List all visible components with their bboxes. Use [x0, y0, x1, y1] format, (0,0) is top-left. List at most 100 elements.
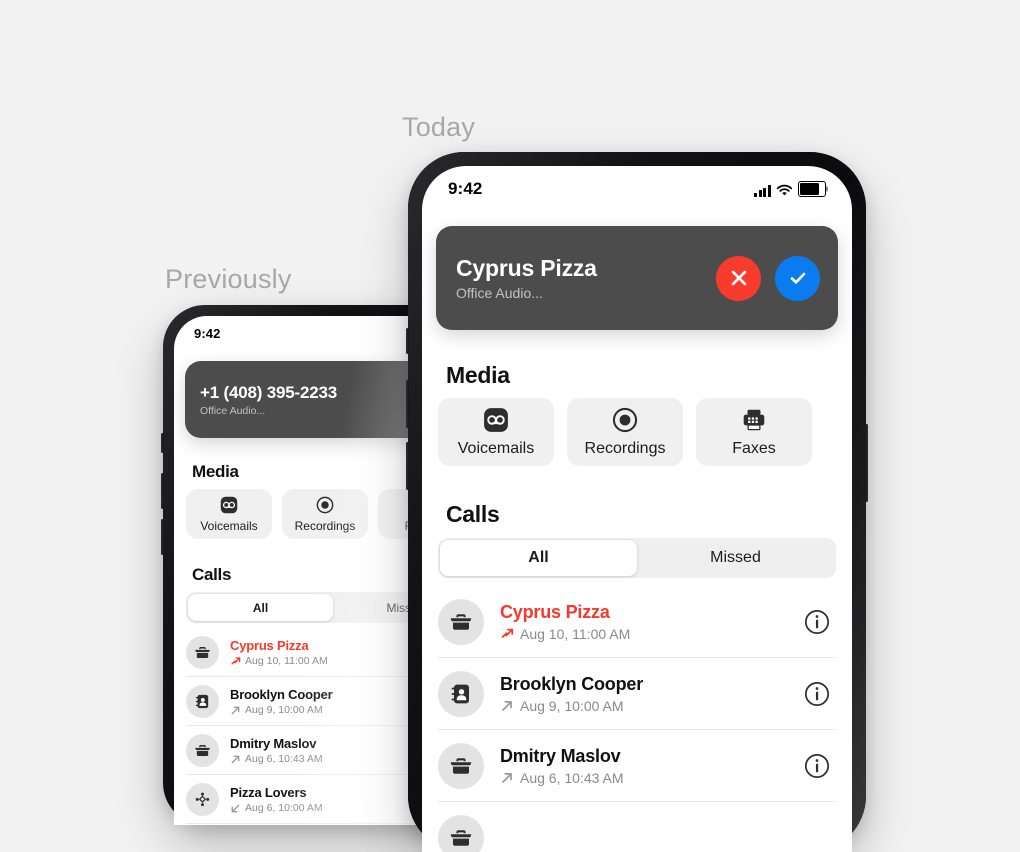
table-row[interactable]: Brooklyn Cooper Aug 9, 10:00 AM — [438, 658, 836, 730]
outgoing-call-icon — [502, 773, 512, 783]
voicemail-icon — [220, 496, 238, 513]
avatar — [186, 734, 219, 767]
info-icon — [804, 609, 830, 635]
briefcase-icon — [450, 830, 472, 846]
call-timestamp: Aug 9, 10:00 AM — [245, 704, 323, 716]
segment-missed[interactable]: Missed — [637, 540, 834, 576]
briefcase-icon — [450, 758, 472, 774]
phone-today: 9:42 Cyprus Pizza Office Audio... Media … — [406, 152, 868, 852]
signal-bars-icon — [754, 185, 771, 198]
volume-up-button[interactable] — [161, 473, 164, 509]
call-timestamp: Aug 9, 10:00 AM — [520, 698, 624, 714]
call-card-subtitle: Office Audio... — [456, 285, 543, 301]
contact-name: Dmitry Maslov — [500, 746, 621, 766]
calls-section-title: Calls — [446, 501, 500, 527]
outgoing-call-icon — [502, 701, 512, 711]
table-row[interactable] — [438, 802, 836, 852]
outgoing-call-icon — [231, 706, 240, 714]
status-bar: 9:42 — [422, 166, 852, 212]
call-timestamp: Aug 6, 10:00 AM — [245, 802, 323, 814]
info-button[interactable] — [804, 681, 830, 707]
contact-book-icon — [451, 684, 469, 704]
call-meta: Aug 9, 10:00 AM — [500, 698, 804, 714]
info-button[interactable] — [804, 825, 830, 851]
row-content: Dmitry Maslov Aug 6, 10:43 AM — [500, 746, 804, 786]
media-tile-faxes[interactable]: Faxes — [696, 398, 812, 466]
call-timestamp: Aug 6, 10:43 AM — [520, 770, 624, 786]
media-section-title: Media — [446, 362, 510, 388]
call-list: Cyprus Pizza Aug 10, 11:00 AM Brooklyn C… — [438, 586, 836, 852]
phone-screen-today: 9:42 Cyprus Pizza Office Audio... Media … — [422, 166, 852, 852]
battery-icon — [797, 180, 826, 198]
briefcase-icon — [195, 744, 210, 757]
calls-filter-segmented-control: All Missed — [438, 538, 836, 578]
row-content: Cyprus Pizza Aug 10, 11:00 AM — [500, 602, 804, 642]
call-card-title: +1 (408) 395-2233 — [200, 382, 337, 402]
call-card-text: +1 (408) 395-2233 Office Audio... — [200, 383, 337, 417]
row-content: Brooklyn Cooper Aug 9, 10:00 AM — [500, 674, 804, 714]
avatar — [186, 685, 219, 718]
media-tile-label: Faxes — [732, 439, 776, 457]
volume-down-button[interactable] — [406, 442, 409, 490]
segment-all[interactable]: All — [188, 594, 333, 621]
avatar — [438, 815, 484, 852]
avatar — [438, 671, 484, 717]
media-tile-label: Voicemails — [457, 439, 535, 457]
contact-name: Brooklyn Cooper — [500, 674, 644, 694]
record-icon — [612, 407, 638, 432]
decline-call-button[interactable] — [716, 255, 761, 301]
table-row[interactable]: Dmitry Maslov Aug 6, 10:43 AM — [438, 730, 836, 802]
media-tile-label: Recordings — [294, 518, 356, 533]
contact-name: Cyprus Pizza — [500, 602, 610, 622]
info-icon — [804, 753, 830, 779]
media-tile-recordings[interactable]: Recordings — [282, 489, 368, 539]
media-tiles: Voicemails Recordings — [438, 398, 836, 466]
caption-previously: Previously — [165, 264, 292, 294]
media-tile-voicemails[interactable]: Voicemails — [438, 398, 554, 466]
call-card-title: Cyprus Pizza — [456, 255, 597, 281]
row-content — [500, 837, 804, 840]
info-icon — [804, 681, 830, 707]
voicemail-icon — [484, 407, 508, 432]
power-button[interactable] — [865, 424, 868, 502]
scene: Previously Today 9:42 +1 (408) 395-2233 … — [0, 0, 1020, 852]
status-time: 9:42 — [194, 326, 221, 341]
volume-up-button[interactable] — [406, 380, 409, 428]
table-row[interactable]: Cyprus Pizza Aug 10, 11:00 AM — [438, 586, 836, 658]
briefcase-icon — [195, 646, 210, 659]
avatar — [438, 743, 484, 789]
close-icon — [731, 270, 746, 286]
info-button[interactable] — [804, 609, 830, 635]
wifi-icon — [776, 184, 792, 196]
status-time: 9:42 — [448, 179, 483, 198]
contact-book-icon — [195, 694, 209, 709]
call-timestamp: Aug 10, 11:00 AM — [245, 655, 328, 667]
info-button[interactable] — [804, 753, 830, 779]
media-tile-label: Voicemails — [200, 518, 258, 533]
call-card-actions — [716, 255, 820, 301]
call-timestamp: Aug 6, 10:43 AM — [245, 753, 323, 765]
incoming-call-icon — [231, 804, 240, 812]
avatar — [186, 636, 219, 669]
call-meta: Aug 6, 10:43 AM — [500, 770, 804, 786]
missed-call-icon — [501, 628, 514, 638]
caption-today: Today — [402, 112, 476, 142]
avatar — [438, 599, 484, 645]
check-icon — [790, 272, 805, 284]
briefcase-icon — [450, 614, 472, 630]
call-card-text: Cyprus Pizza Office Audio... — [456, 255, 597, 301]
calls-section-title: Calls — [192, 565, 232, 584]
volume-down-button[interactable] — [161, 519, 164, 555]
status-icons — [754, 180, 826, 198]
accept-call-button[interactable] — [775, 255, 820, 301]
fax-icon — [743, 409, 765, 430]
incoming-call-card: Cyprus Pizza Office Audio... — [436, 226, 838, 330]
record-icon — [316, 496, 334, 513]
media-section-title: Media — [192, 462, 239, 481]
mute-switch[interactable] — [406, 328, 409, 354]
mute-switch[interactable] — [161, 433, 164, 453]
media-tile-recordings[interactable]: Recordings — [567, 398, 683, 466]
media-tile-voicemails[interactable]: Voicemails — [186, 489, 272, 539]
segment-all[interactable]: All — [440, 540, 637, 576]
outgoing-call-icon — [231, 755, 240, 763]
